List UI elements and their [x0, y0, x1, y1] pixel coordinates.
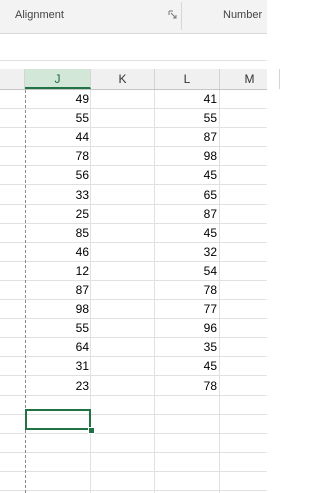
gridline-lm: [219, 90, 220, 493]
ribbon: Alignment Number: [0, 0, 267, 34]
cell-l[interactable]: 45: [155, 166, 219, 185]
cell-l[interactable]: 87: [155, 128, 219, 147]
cell-j[interactable]: 49: [25, 90, 91, 109]
header-gap: [0, 61, 267, 69]
cell-j[interactable]: 46: [25, 243, 91, 262]
cell-j[interactable]: 87: [25, 281, 91, 300]
cell-l[interactable]: 98: [155, 147, 219, 166]
cell-j[interactable]: 98: [25, 300, 91, 319]
row-number-header: [0, 69, 25, 89]
cell-j[interactable]: 44: [25, 128, 91, 147]
grid-row: [0, 434, 267, 453]
cell-l[interactable]: 41: [155, 90, 219, 109]
cell-l[interactable]: 78: [155, 281, 219, 300]
cell-j[interactable]: 85: [25, 224, 91, 243]
number-group-label: Number: [223, 9, 263, 21]
cell-l[interactable]: 45: [155, 224, 219, 243]
active-cell-j17[interactable]: [25, 409, 91, 430]
cell-l[interactable]: 78: [155, 377, 219, 396]
alignment-group-label: Alignment: [15, 9, 64, 21]
grid-row: [0, 453, 267, 472]
cell-l[interactable]: 35: [155, 338, 219, 357]
cell-l[interactable]: 96: [155, 319, 219, 338]
cell-j[interactable]: 78: [25, 147, 91, 166]
cell-l[interactable]: 77: [155, 300, 219, 319]
cell-j[interactable]: 25: [25, 205, 91, 224]
column-header-row: J K L M: [0, 69, 280, 90]
cell-j[interactable]: 12: [25, 262, 91, 281]
cell-j[interactable]: 23: [25, 377, 91, 396]
fill-handle[interactable]: [88, 427, 95, 434]
cell-j[interactable]: 31: [25, 357, 91, 376]
cell-l[interactable]: 45: [155, 357, 219, 376]
cell-j[interactable]: 33: [25, 186, 91, 205]
cell-l[interactable]: 32: [155, 243, 219, 262]
cell-j[interactable]: 64: [25, 338, 91, 357]
grid-row: [0, 472, 267, 491]
cell-j[interactable]: 56: [25, 166, 91, 185]
cell-j[interactable]: 55: [25, 109, 91, 128]
cell-l[interactable]: 65: [155, 186, 219, 205]
formula-bar-area: [0, 34, 267, 61]
column-header-k[interactable]: K: [91, 69, 155, 89]
cell-l[interactable]: 55: [155, 109, 219, 128]
column-header-l[interactable]: L: [155, 69, 220, 89]
dialog-launcher-icon[interactable]: [168, 10, 177, 19]
ribbon-group-separator: [181, 2, 182, 30]
cell-l[interactable]: 87: [155, 205, 219, 224]
column-header-j[interactable]: J: [25, 69, 91, 89]
cell-j[interactable]: 55: [25, 319, 91, 338]
cell-l[interactable]: 54: [155, 262, 219, 281]
column-header-m[interactable]: M: [220, 69, 280, 89]
